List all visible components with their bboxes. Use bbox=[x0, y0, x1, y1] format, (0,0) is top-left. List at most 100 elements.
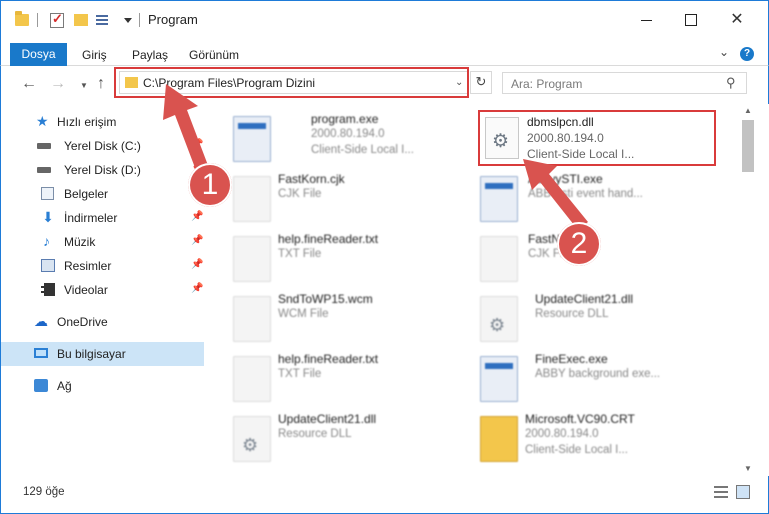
scroll-down-icon[interactable]: ▼ bbox=[744, 464, 752, 473]
sidebar-item-downloads[interactable]: ⬇ İndirmeler 📌 bbox=[1, 206, 204, 230]
file-name: SndToWP15.wcm bbox=[278, 292, 373, 306]
file-item[interactable]: FineExec.exe ABBY background exe... bbox=[480, 352, 720, 410]
sidebar-item-label: Yerel Disk (C:) bbox=[64, 139, 141, 153]
sidebar-item-network[interactable]: Ağ bbox=[1, 374, 204, 398]
pin-icon[interactable]: 📌 bbox=[191, 139, 203, 150]
tab-share[interactable]: Paylaş bbox=[132, 48, 168, 62]
tab-view[interactable]: Görünüm bbox=[189, 48, 239, 62]
sidebar-item-label: Hızlı erişim bbox=[57, 115, 117, 129]
tab-home[interactable]: Giriş bbox=[82, 48, 107, 62]
network-icon bbox=[34, 379, 48, 392]
callout-badge-1: 1 bbox=[188, 163, 232, 207]
dll-gear-icon bbox=[485, 117, 519, 159]
sidebar-item-pictures[interactable]: Resimler 📌 bbox=[1, 254, 204, 278]
toolbar-separator bbox=[37, 13, 38, 27]
expand-ribbon-icon[interactable]: ⌄ bbox=[719, 45, 729, 59]
file-item[interactable]: program.exe 2000.80.194.0 Client-Side Lo… bbox=[233, 112, 473, 170]
search-input[interactable]: Ara: Program ⚲ bbox=[502, 72, 747, 94]
sidebar-item-quick-access[interactable]: ★ Hızlı erişim bbox=[1, 110, 204, 134]
title-bar: Program ✕ bbox=[0, 0, 769, 38]
file-item[interactable]: SndToWP15.wcm WCM File bbox=[233, 292, 473, 350]
file-item[interactable]: FastKorn.cjk CJK File bbox=[233, 172, 473, 230]
tab-file[interactable]: Dosya bbox=[10, 43, 67, 67]
forward-arrow-icon[interactable]: → bbox=[50, 75, 66, 93]
pin-icon[interactable]: 📌 bbox=[191, 259, 203, 270]
large-icons-view-icon[interactable] bbox=[736, 485, 750, 499]
maximize-button[interactable] bbox=[678, 9, 702, 31]
scroll-thumb[interactable] bbox=[742, 120, 754, 172]
details-view-icon[interactable] bbox=[714, 486, 728, 498]
file-icon bbox=[233, 176, 271, 222]
file-version: 2000.80.194.0 bbox=[311, 128, 385, 140]
file-type: Resource DLL bbox=[535, 308, 609, 320]
navigation-pane: ★ Hızlı erişim Yerel Disk (C:) 📌 Yerel D… bbox=[0, 104, 210, 476]
search-placeholder: Ara: Program bbox=[511, 77, 583, 91]
sidebar-item-label: Bu bilgisayar bbox=[57, 347, 126, 361]
sidebar-item-label: Belgeler bbox=[64, 187, 109, 201]
dll-gear-icon bbox=[233, 416, 271, 462]
up-arrow-icon[interactable]: ↑ bbox=[97, 75, 105, 93]
file-type: ABBY sti event hand... bbox=[528, 188, 643, 200]
file-icon bbox=[233, 236, 271, 282]
cloud-icon: ☁ bbox=[34, 313, 48, 329]
vertical-scrollbar[interactable]: ▲ ▼ bbox=[740, 104, 756, 476]
sidebar-item-label: Ağ bbox=[57, 379, 72, 393]
file-icon bbox=[233, 296, 271, 342]
file-description: Client-Side Local I... bbox=[311, 144, 414, 156]
music-icon: ♪ bbox=[43, 233, 50, 249]
folder-icon bbox=[15, 11, 29, 26]
file-item[interactable]: UpdateClient21.dll Resource DLL bbox=[233, 412, 473, 470]
file-item[interactable]: AbbyySTI.exe ABBY sti event hand... bbox=[480, 172, 720, 230]
sidebar-item-label: Videolar bbox=[64, 283, 108, 297]
pin-icon[interactable]: 📌 bbox=[191, 211, 203, 222]
new-folder-icon[interactable] bbox=[74, 14, 88, 26]
highlighted-file-dbmslpcn[interactable]: dbmslpcn.dll 2000.80.194.0 Client-Side L… bbox=[478, 110, 716, 166]
pictures-icon bbox=[41, 259, 55, 272]
file-item[interactable]: help.fineReader.txt TXT File bbox=[233, 232, 473, 290]
callout-badge-2: 2 bbox=[557, 222, 601, 266]
search-icon[interactable]: ⚲ bbox=[726, 75, 736, 91]
dll-gear-icon bbox=[480, 296, 518, 342]
file-item[interactable]: Microsoft.VC90.CRT 2000.80.194.0 Client-… bbox=[480, 412, 720, 470]
file-type: TXT File bbox=[278, 248, 322, 260]
file-item[interactable]: UpdateClient21.dll Resource DLL bbox=[480, 292, 720, 350]
drive-icon bbox=[37, 143, 51, 149]
file-description: Client-Side Local I... bbox=[525, 444, 628, 456]
sidebar-item-onedrive[interactable]: ☁ OneDrive bbox=[1, 310, 204, 334]
sidebar-item-documents[interactable]: Belgeler 📌 bbox=[1, 182, 204, 206]
pin-icon[interactable]: 📌 bbox=[191, 235, 203, 246]
file-name: FineExec.exe bbox=[535, 352, 608, 366]
window-title: Program bbox=[148, 12, 198, 27]
properties-check-icon[interactable] bbox=[50, 11, 64, 28]
pin-icon[interactable]: 📌 bbox=[191, 283, 203, 294]
file-icon bbox=[233, 356, 271, 402]
folder-stack-icon bbox=[480, 416, 518, 462]
video-icon bbox=[41, 283, 55, 296]
file-name: AbbyySTI.exe bbox=[528, 172, 603, 186]
toolbar-separator bbox=[139, 13, 140, 27]
back-arrow-icon[interactable]: ← bbox=[21, 75, 37, 93]
sidebar-item-music[interactable]: ♪ Müzik 📌 bbox=[1, 230, 204, 254]
file-item[interactable]: help.fineReader.txt TXT File bbox=[233, 352, 473, 410]
refresh-button[interactable]: ↻ bbox=[470, 71, 492, 94]
file-name: program.exe bbox=[311, 112, 379, 126]
close-button[interactable]: ✕ bbox=[725, 9, 749, 31]
recent-locations-dropdown-icon[interactable]: ▼ bbox=[80, 81, 88, 90]
item-count: 129 öğe bbox=[23, 486, 65, 498]
sidebar-item-videos[interactable]: Videolar 📌 bbox=[1, 278, 204, 302]
customize-icon[interactable] bbox=[96, 13, 112, 27]
sidebar-item-label: Müzik bbox=[64, 235, 96, 249]
minimize-button[interactable] bbox=[635, 9, 659, 31]
file-icon bbox=[480, 236, 518, 282]
file-name: help.fineReader.txt bbox=[278, 352, 379, 366]
file-type: TXT File bbox=[278, 368, 322, 380]
file-name: UpdateClient21.dll bbox=[535, 292, 634, 306]
scroll-up-icon[interactable]: ▲ bbox=[744, 106, 752, 115]
sidebar-item-local-disk-d[interactable]: Yerel Disk (D:) 📌 bbox=[1, 158, 204, 182]
file-type: CJK File bbox=[278, 188, 322, 200]
sidebar-item-label: İndirmeler bbox=[64, 211, 118, 225]
help-icon[interactable]: ? bbox=[740, 47, 754, 61]
quick-access-dropdown-icon[interactable] bbox=[124, 18, 132, 23]
sidebar-item-local-disk-c[interactable]: Yerel Disk (C:) 📌 bbox=[1, 134, 204, 158]
sidebar-item-this-pc[interactable]: Bu bilgisayar bbox=[1, 342, 204, 366]
